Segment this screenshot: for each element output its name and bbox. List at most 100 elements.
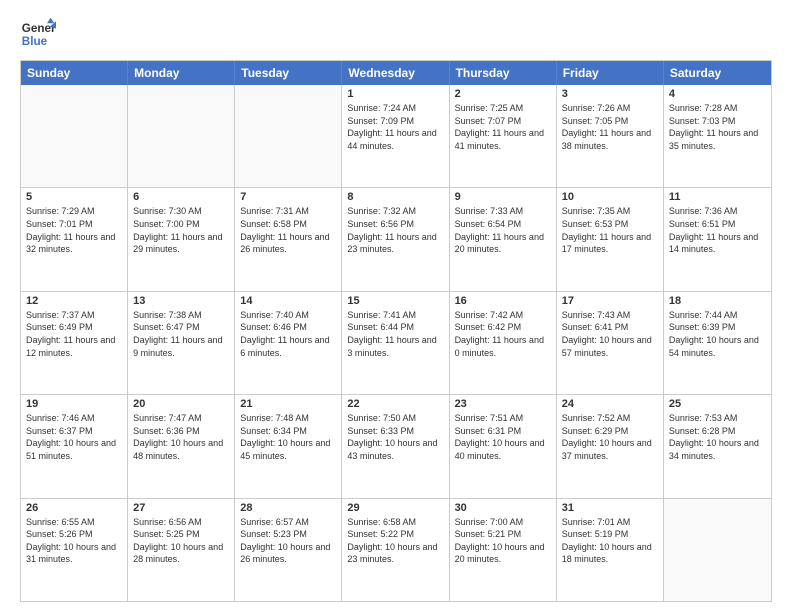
header-day-thursday: Thursday	[450, 61, 557, 85]
calendar-body: 1 Sunrise: 7:24 AM Sunset: 7:09 PM Daylig…	[21, 85, 771, 601]
day-number: 20	[133, 398, 229, 410]
calendar-cell: 10 Sunrise: 7:35 AM Sunset: 6:53 PM Dayli…	[557, 188, 664, 290]
calendar-cell: 13 Sunrise: 7:38 AM Sunset: 6:47 PM Dayli…	[128, 292, 235, 394]
day-info: Sunrise: 7:00 AM Sunset: 5:21 PM Dayligh…	[455, 516, 551, 566]
calendar-cell: 16 Sunrise: 7:42 AM Sunset: 6:42 PM Dayli…	[450, 292, 557, 394]
day-info: Sunrise: 7:30 AM Sunset: 7:00 PM Dayligh…	[133, 205, 229, 255]
day-info: Sunrise: 7:42 AM Sunset: 6:42 PM Dayligh…	[455, 309, 551, 359]
day-info: Sunrise: 6:58 AM Sunset: 5:22 PM Dayligh…	[347, 516, 443, 566]
calendar-header: SundayMondayTuesdayWednesdayThursdayFrid…	[21, 61, 771, 85]
header-day-tuesday: Tuesday	[235, 61, 342, 85]
day-number: 29	[347, 502, 443, 514]
day-number: 28	[240, 502, 336, 514]
page-header: General Blue	[20, 16, 772, 52]
calendar-cell: 15Sunrise: 7:41 AM Sunset: 6:44 PM Dayli…	[342, 292, 449, 394]
calendar-week-3: 12Sunrise: 7:37 AM Sunset: 6:49 PM Dayli…	[21, 292, 771, 395]
day-number: 7	[240, 191, 336, 203]
day-info: Sunrise: 7:33 AM Sunset: 6:54 PM Dayligh…	[455, 205, 551, 255]
day-number: 10	[562, 191, 658, 203]
calendar-week-5: 26Sunrise: 6:55 AM Sunset: 5:26 PM Dayli…	[21, 499, 771, 601]
calendar-cell: 30Sunrise: 7:00 AM Sunset: 5:21 PM Dayli…	[450, 499, 557, 601]
calendar-cell: 5 Sunrise: 7:29 AM Sunset: 7:01 PM Daylig…	[21, 188, 128, 290]
calendar-cell: 8 Sunrise: 7:32 AM Sunset: 6:56 PM Daylig…	[342, 188, 449, 290]
day-info: Sunrise: 7:50 AM Sunset: 6:33 PM Dayligh…	[347, 412, 443, 462]
calendar-week-4: 19 Sunrise: 7:46 AM Sunset: 6:37 PM Dayli…	[21, 395, 771, 498]
day-number: 11	[669, 191, 766, 203]
calendar-cell: 23 Sunrise: 7:51 AM Sunset: 6:31 PM Dayli…	[450, 395, 557, 497]
day-info: Sunrise: 7:24 AM Sunset: 7:09 PM Dayligh…	[347, 102, 443, 152]
calendar-cell: 4 Sunrise: 7:28 AM Sunset: 7:03 PM Daylig…	[664, 85, 771, 187]
day-number: 4	[669, 88, 766, 100]
header-day-wednesday: Wednesday	[342, 61, 449, 85]
calendar-cell: 31 Sunrise: 7:01 AM Sunset: 5:19 PM Dayli…	[557, 499, 664, 601]
day-info: Sunrise: 7:32 AM Sunset: 6:56 PM Dayligh…	[347, 205, 443, 255]
day-info: Sunrise: 7:46 AM Sunset: 6:37 PM Dayligh…	[26, 412, 122, 462]
day-info: Sunrise: 7:53 AM Sunset: 6:28 PM Dayligh…	[669, 412, 766, 462]
day-number: 17	[562, 295, 658, 307]
day-number: 22	[347, 398, 443, 410]
calendar-cell	[128, 85, 235, 187]
calendar-cell	[235, 85, 342, 187]
logo-icon: General Blue	[20, 16, 56, 52]
calendar-cell: 21 Sunrise: 7:48 AM Sunset: 6:34 PM Dayli…	[235, 395, 342, 497]
calendar-week-2: 5 Sunrise: 7:29 AM Sunset: 7:01 PM Daylig…	[21, 188, 771, 291]
day-number: 6	[133, 191, 229, 203]
day-info: Sunrise: 7:52 AM Sunset: 6:29 PM Dayligh…	[562, 412, 658, 462]
header-day-sunday: Sunday	[21, 61, 128, 85]
calendar-cell	[21, 85, 128, 187]
day-number: 31	[562, 502, 658, 514]
day-info: Sunrise: 6:56 AM Sunset: 5:25 PM Dayligh…	[133, 516, 229, 566]
day-info: Sunrise: 7:51 AM Sunset: 6:31 PM Dayligh…	[455, 412, 551, 462]
calendar-cell: 9 Sunrise: 7:33 AM Sunset: 6:54 PM Daylig…	[450, 188, 557, 290]
day-number: 25	[669, 398, 766, 410]
day-info: Sunrise: 6:57 AM Sunset: 5:23 PM Dayligh…	[240, 516, 336, 566]
calendar-cell: 19 Sunrise: 7:46 AM Sunset: 6:37 PM Dayli…	[21, 395, 128, 497]
day-info: Sunrise: 7:35 AM Sunset: 6:53 PM Dayligh…	[562, 205, 658, 255]
day-info: Sunrise: 7:47 AM Sunset: 6:36 PM Dayligh…	[133, 412, 229, 462]
svg-text:Blue: Blue	[22, 35, 48, 48]
calendar-cell: 12Sunrise: 7:37 AM Sunset: 6:49 PM Dayli…	[21, 292, 128, 394]
calendar-cell: 7 Sunrise: 7:31 AM Sunset: 6:58 PM Daylig…	[235, 188, 342, 290]
day-info: Sunrise: 7:31 AM Sunset: 6:58 PM Dayligh…	[240, 205, 336, 255]
day-info: Sunrise: 7:48 AM Sunset: 6:34 PM Dayligh…	[240, 412, 336, 462]
day-number: 13	[133, 295, 229, 307]
calendar-cell: 18Sunrise: 7:44 AM Sunset: 6:39 PM Dayli…	[664, 292, 771, 394]
day-number: 15	[347, 295, 443, 307]
calendar-cell: 25 Sunrise: 7:53 AM Sunset: 6:28 PM Dayli…	[664, 395, 771, 497]
header-day-monday: Monday	[128, 61, 235, 85]
calendar-cell: 28 Sunrise: 6:57 AM Sunset: 5:23 PM Dayli…	[235, 499, 342, 601]
calendar-cell: 20 Sunrise: 7:47 AM Sunset: 6:36 PM Dayli…	[128, 395, 235, 497]
svg-text:General: General	[22, 22, 56, 35]
header-day-saturday: Saturday	[664, 61, 771, 85]
day-info: Sunrise: 7:01 AM Sunset: 5:19 PM Dayligh…	[562, 516, 658, 566]
day-number: 19	[26, 398, 122, 410]
day-number: 21	[240, 398, 336, 410]
day-info: Sunrise: 7:28 AM Sunset: 7:03 PM Dayligh…	[669, 102, 766, 152]
calendar-cell: 6 Sunrise: 7:30 AM Sunset: 7:00 PM Daylig…	[128, 188, 235, 290]
day-number: 3	[562, 88, 658, 100]
day-info: Sunrise: 7:38 AM Sunset: 6:47 PM Dayligh…	[133, 309, 229, 359]
day-info: Sunrise: 7:40 AM Sunset: 6:46 PM Dayligh…	[240, 309, 336, 359]
day-number: 5	[26, 191, 122, 203]
day-number: 16	[455, 295, 551, 307]
calendar-cell: 26Sunrise: 6:55 AM Sunset: 5:26 PM Dayli…	[21, 499, 128, 601]
calendar-cell: 22 Sunrise: 7:50 AM Sunset: 6:33 PM Dayli…	[342, 395, 449, 497]
day-info: Sunrise: 7:43 AM Sunset: 6:41 PM Dayligh…	[562, 309, 658, 359]
day-info: Sunrise: 7:36 AM Sunset: 6:51 PM Dayligh…	[669, 205, 766, 255]
calendar-cell: 14Sunrise: 7:40 AM Sunset: 6:46 PM Dayli…	[235, 292, 342, 394]
day-number: 1	[347, 88, 443, 100]
calendar: SundayMondayTuesdayWednesdayThursdayFrid…	[20, 60, 772, 602]
calendar-cell: 11 Sunrise: 7:36 AM Sunset: 6:51 PM Dayli…	[664, 188, 771, 290]
day-number: 24	[562, 398, 658, 410]
calendar-cell: 24 Sunrise: 7:52 AM Sunset: 6:29 PM Dayli…	[557, 395, 664, 497]
day-info: Sunrise: 7:26 AM Sunset: 7:05 PM Dayligh…	[562, 102, 658, 152]
day-info: Sunrise: 7:29 AM Sunset: 7:01 PM Dayligh…	[26, 205, 122, 255]
day-number: 18	[669, 295, 766, 307]
day-number: 8	[347, 191, 443, 203]
calendar-cell: 27Sunrise: 6:56 AM Sunset: 5:25 PM Dayli…	[128, 499, 235, 601]
day-number: 9	[455, 191, 551, 203]
day-number: 23	[455, 398, 551, 410]
calendar-cell: 1 Sunrise: 7:24 AM Sunset: 7:09 PM Daylig…	[342, 85, 449, 187]
logo: General Blue	[20, 16, 56, 52]
day-info: Sunrise: 7:25 AM Sunset: 7:07 PM Dayligh…	[455, 102, 551, 152]
